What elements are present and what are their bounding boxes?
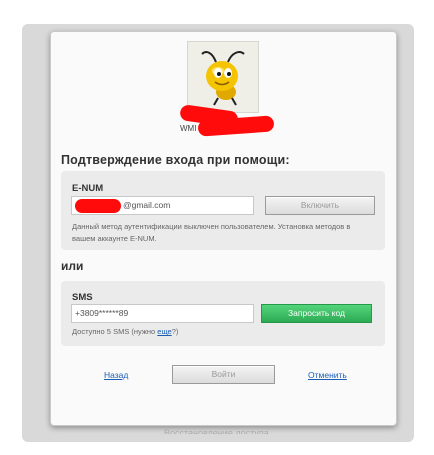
enum-title: E-NUM (72, 183, 104, 194)
login-button[interactable]: Войти (172, 365, 275, 384)
sms-available-text: Доступно 5 SMS (нужно (72, 327, 158, 336)
wmid-label: WMI (180, 124, 197, 133)
restore-access-link[interactable]: Восстановление доступа (164, 428, 284, 434)
email-value: @gmail.com (123, 200, 171, 210)
sms-title: SMS (72, 292, 93, 303)
or-label: или (61, 259, 84, 273)
email-field[interactable]: @gmail.com (71, 196, 254, 215)
page-title: Подтверждение входа при помощи: (61, 153, 290, 167)
avatar (187, 41, 259, 113)
request-code-button[interactable]: Запросить код (261, 304, 372, 323)
enum-note: Данный метод аутентификации выключен пол… (72, 222, 351, 243)
redaction-mark (75, 198, 121, 213)
back-link[interactable]: Назад (104, 370, 128, 380)
ant-mascot-icon (201, 51, 245, 106)
phone-field[interactable]: +3809******89 (71, 304, 254, 323)
sms-available-suffix: ?) (171, 327, 179, 336)
cancel-link[interactable]: Отменить (308, 370, 347, 380)
sms-available-note: Доступно 5 SMS (нужно еще?) (72, 326, 178, 338)
more-sms-link[interactable]: еще (157, 327, 171, 336)
enable-enum-button[interactable]: Включить (265, 196, 375, 215)
